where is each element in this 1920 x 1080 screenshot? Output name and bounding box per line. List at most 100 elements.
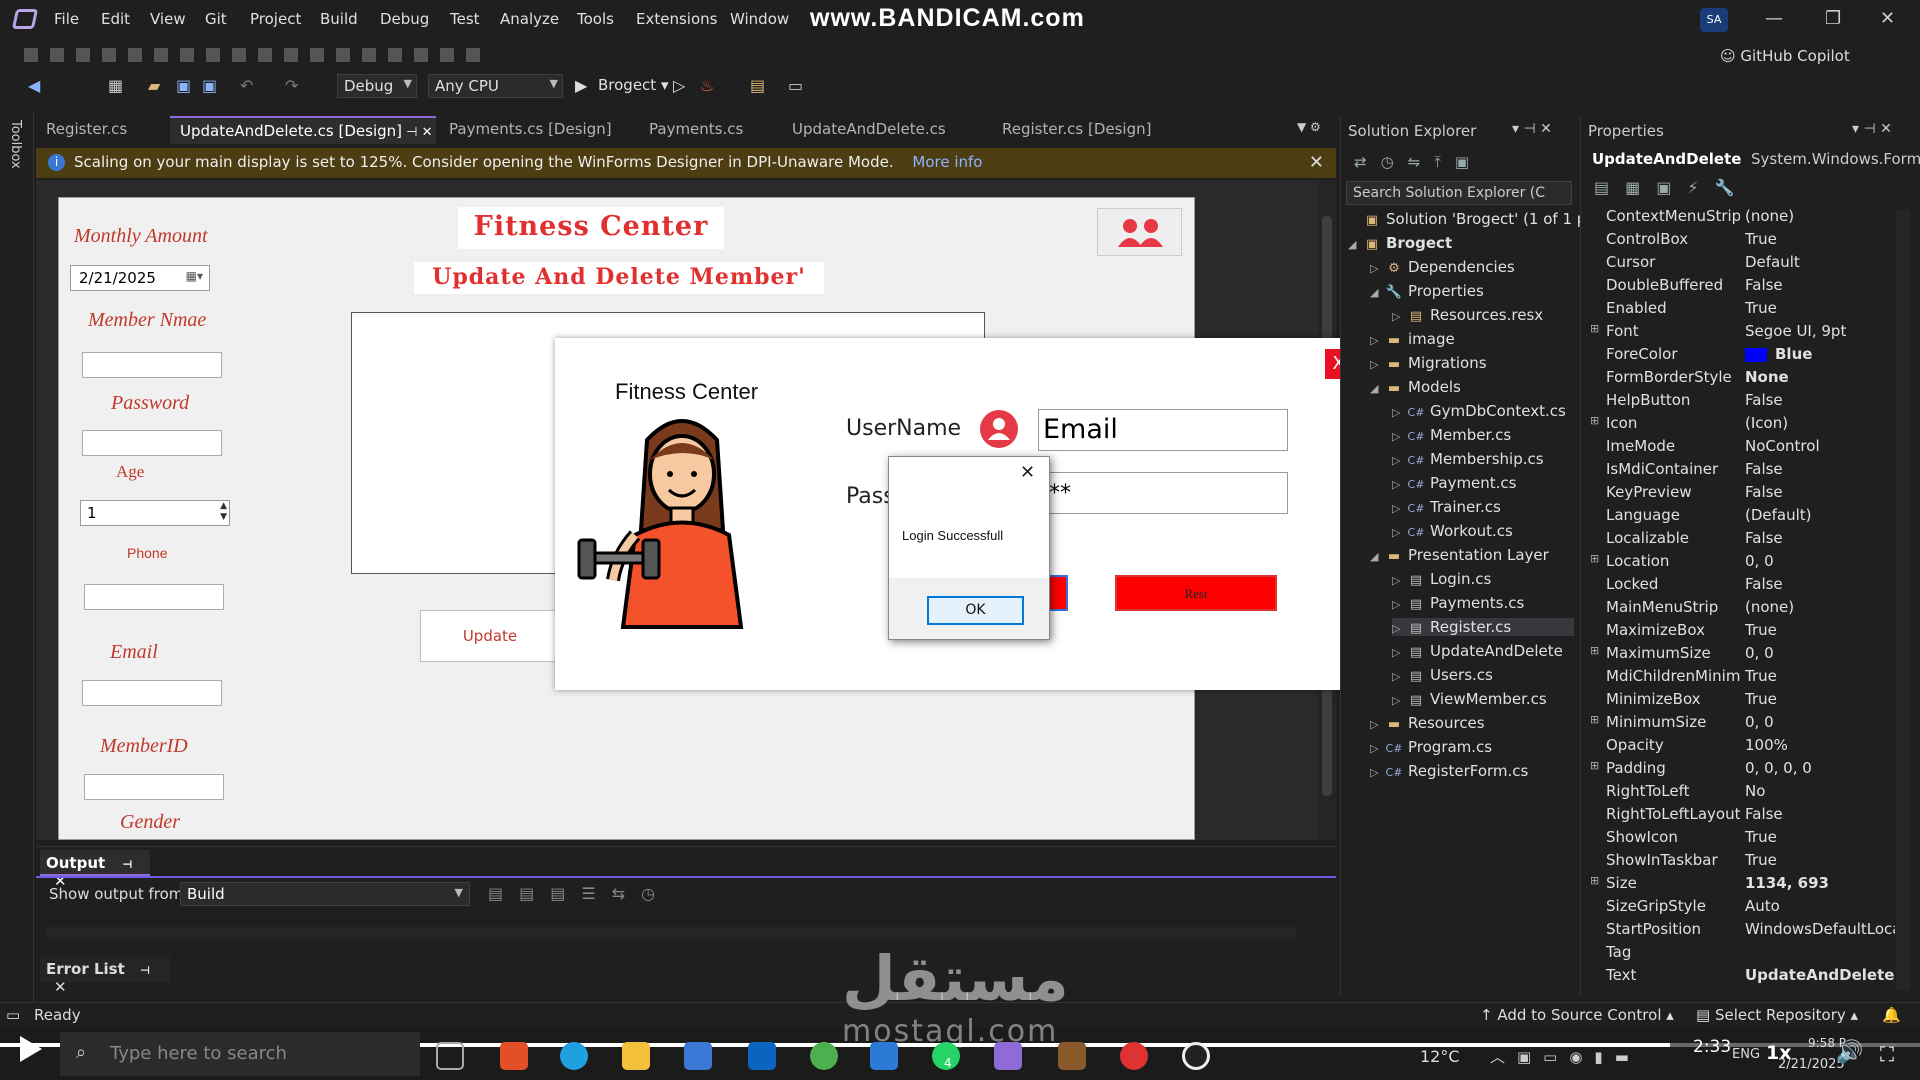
property-value[interactable]: (none) bbox=[1745, 598, 1895, 616]
property-value[interactable]: True bbox=[1745, 851, 1895, 869]
tree-item-login-cs[interactable]: ▷ ▤ Login.cs bbox=[1392, 570, 1574, 588]
expander-icon[interactable]: ▷ bbox=[1392, 526, 1406, 539]
property-row-minimumsize[interactable]: ⊞ MinimumSize 0, 0 bbox=[1588, 713, 1900, 736]
run-target-button[interactable]: Brogect ▾ bbox=[598, 76, 669, 94]
menu-debug[interactable]: Debug bbox=[380, 10, 429, 28]
select-repository-button[interactable]: ▤ Select Repository ▴ bbox=[1696, 1006, 1858, 1024]
record-icon[interactable] bbox=[1182, 1042, 1210, 1070]
tree-item-registerform-cs[interactable]: ▷ C# RegisterForm.cs bbox=[1370, 762, 1574, 780]
expander-icon[interactable]: ▷ bbox=[1392, 430, 1406, 443]
update-button[interactable]: Update bbox=[420, 610, 560, 662]
tree-item-brogect[interactable]: ◢ ▣ Brogect bbox=[1348, 234, 1574, 252]
panel-controls-icon[interactable]: ▾ ⊣ ✕ bbox=[1512, 121, 1552, 137]
property-row-imemode[interactable]: ImeMode NoControl bbox=[1588, 437, 1900, 460]
close-window-icon[interactable]: ✕ bbox=[1880, 8, 1895, 29]
property-value[interactable]: 0, 0 bbox=[1745, 713, 1895, 731]
property-row-maximumsize[interactable]: ⊞ MaximumSize 0, 0 bbox=[1588, 644, 1900, 667]
property-row-location[interactable]: ⊞ Location 0, 0 bbox=[1588, 552, 1900, 575]
wps-icon[interactable] bbox=[1120, 1042, 1148, 1070]
property-row-text[interactable]: Text UpdateAndDelete bbox=[1588, 966, 1900, 989]
menu-tools[interactable]: Tools bbox=[577, 10, 614, 28]
tree-item-resources[interactable]: ▷ ▬ Resources bbox=[1370, 714, 1574, 732]
expander-icon[interactable]: ▷ bbox=[1392, 670, 1406, 683]
outlook-icon[interactable] bbox=[748, 1042, 776, 1070]
reset-button[interactable]: Rest bbox=[1115, 575, 1277, 611]
password-input[interactable] bbox=[82, 430, 222, 456]
login-button[interactable] bbox=[1048, 575, 1068, 611]
tab-register-cs-design-[interactable]: Register.cs [Design] bbox=[992, 116, 1192, 144]
back-icon[interactable]: ◀ bbox=[28, 76, 40, 95]
tab-payments-cs[interactable]: Payments.cs bbox=[639, 116, 769, 144]
tree-item-payments-cs[interactable]: ▷ ▤ Payments.cs bbox=[1392, 594, 1574, 612]
property-row-language[interactable]: Language (Default) bbox=[1588, 506, 1900, 529]
expander-icon[interactable]: ▷ bbox=[1370, 742, 1384, 755]
tree-item-solution-brogect-1-of-1-pro[interactable]: ▣ Solution 'Brogect' (1 of 1 pro bbox=[1348, 210, 1601, 228]
output-scrollbar[interactable] bbox=[46, 927, 1296, 939]
expander-icon[interactable]: ▷ bbox=[1392, 598, 1406, 611]
undo-icon[interactable]: ↶ bbox=[240, 76, 253, 95]
source-control-button[interactable]: ↑ Add to Source Control ▴ bbox=[1480, 1006, 1674, 1024]
menu-git[interactable]: Git bbox=[205, 10, 227, 28]
expander-icon[interactable]: ▷ bbox=[1370, 358, 1384, 371]
chrome-icon[interactable] bbox=[810, 1042, 838, 1070]
toolbox-tab[interactable]: Toolbox bbox=[8, 120, 23, 169]
property-value[interactable]: False bbox=[1745, 483, 1895, 501]
property-value[interactable]: False bbox=[1745, 529, 1895, 547]
property-value[interactable]: True bbox=[1745, 828, 1895, 846]
property-value[interactable]: Auto bbox=[1745, 897, 1895, 915]
store-icon[interactable] bbox=[684, 1042, 712, 1070]
platform-select[interactable]: Any CPU ▼ bbox=[428, 74, 563, 98]
property-value[interactable]: UpdateAndDelete bbox=[1745, 966, 1895, 984]
language-indicator[interactable]: ENG bbox=[1732, 1047, 1760, 1062]
property-row-minimizebox[interactable]: MinimizeBox True bbox=[1588, 690, 1900, 713]
property-value[interactable]: False bbox=[1745, 805, 1895, 823]
expander-icon[interactable]: ◢ bbox=[1370, 550, 1384, 563]
property-row-contextmenustrip[interactable]: ContextMenuStrip (none) bbox=[1588, 207, 1900, 230]
tab-updateanddelete-cs[interactable]: UpdateAndDelete.cs bbox=[782, 116, 972, 144]
property-row-helpbutton[interactable]: HelpButton False bbox=[1588, 391, 1900, 414]
tab-payments-cs-design-[interactable]: Payments.cs [Design] bbox=[439, 116, 619, 144]
save-icon[interactable]: ▣ bbox=[176, 76, 191, 95]
expand-icon[interactable]: ⊞ bbox=[1590, 644, 1599, 657]
property-row-locked[interactable]: Locked False bbox=[1588, 575, 1900, 598]
property-row-sizegripstyle[interactable]: SizeGripStyle Auto bbox=[1588, 897, 1900, 920]
close-icon[interactable]: ✕ bbox=[54, 978, 67, 996]
property-row-cursor[interactable]: Cursor Default bbox=[1588, 253, 1900, 276]
property-row-righttoleft[interactable]: RightToLeft No bbox=[1588, 782, 1900, 805]
expander-icon[interactable]: ▷ bbox=[1392, 694, 1406, 707]
play-icon[interactable] bbox=[20, 1036, 42, 1062]
menu-view[interactable]: View bbox=[150, 10, 186, 28]
property-value[interactable]: (Icon) bbox=[1745, 414, 1895, 432]
tab-updateanddelete-cs-design-[interactable]: UpdateAndDelete.cs [Design] ⊣ ✕ bbox=[170, 116, 436, 144]
property-row-icon[interactable]: ⊞ Icon (Icon) bbox=[1588, 414, 1900, 437]
property-value[interactable]: True bbox=[1745, 621, 1895, 639]
minimize-icon[interactable]: — bbox=[1765, 8, 1783, 29]
more-info-link[interactable]: More info bbox=[912, 153, 982, 171]
start-without-debug-icon[interactable]: ▷ bbox=[673, 76, 685, 95]
tree-item-users-cs[interactable]: ▷ ▤ Users.cs bbox=[1392, 666, 1574, 684]
weather-temp[interactable]: 12°C bbox=[1420, 1047, 1460, 1066]
expander-icon[interactable]: ▷ bbox=[1370, 334, 1384, 347]
tree-item-dependencies[interactable]: ▷ ⚙ Dependencies bbox=[1370, 258, 1574, 276]
expander-icon[interactable]: ▷ bbox=[1370, 766, 1384, 779]
expander-icon[interactable]: ▷ bbox=[1392, 478, 1406, 491]
property-value[interactable]: Blue bbox=[1745, 345, 1895, 363]
expander-icon[interactable]: ▷ bbox=[1392, 502, 1406, 515]
property-row-keypreview[interactable]: KeyPreview False bbox=[1588, 483, 1900, 506]
expander-icon[interactable]: ◢ bbox=[1370, 382, 1384, 395]
property-value[interactable]: WindowsDefaultLocat bbox=[1745, 920, 1895, 938]
property-value[interactable]: No bbox=[1745, 782, 1895, 800]
property-value[interactable]: True bbox=[1745, 667, 1895, 685]
property-row-showintaskbar[interactable]: ShowInTaskbar True bbox=[1588, 851, 1900, 874]
error-list-tab[interactable]: Error List ⊣ ✕ bbox=[40, 956, 170, 996]
menu-edit[interactable]: Edit bbox=[101, 10, 130, 28]
property-row-mdichildrenminimiz[interactable]: MdiChildrenMinimiz True bbox=[1588, 667, 1900, 690]
tree-item-presentation-layer[interactable]: ◢ ▬ Presentation Layer bbox=[1370, 546, 1574, 564]
tree-item-membership-cs[interactable]: ▷ C# Membership.cs bbox=[1392, 450, 1574, 468]
notifications-icon[interactable]: 🔔 bbox=[1882, 1006, 1901, 1024]
property-row-controlbox[interactable]: ControlBox True bbox=[1588, 230, 1900, 253]
message-close-icon[interactable]: ✕ bbox=[1020, 462, 1035, 483]
property-value[interactable]: Default bbox=[1745, 253, 1895, 271]
property-row-maximizebox[interactable]: MaximizeBox True bbox=[1588, 621, 1900, 644]
save-all-icon[interactable]: ▣ bbox=[202, 76, 217, 95]
